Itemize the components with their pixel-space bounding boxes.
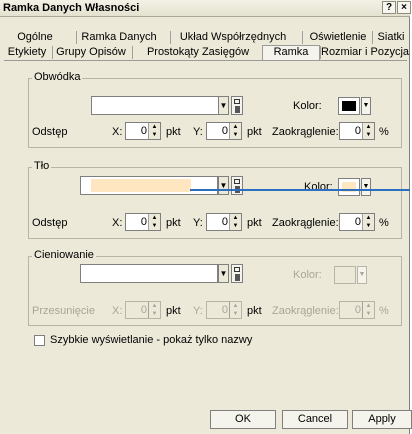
properties-dialog: Ramka Danych Własności ? × Ogólne Ramka … bbox=[0, 0, 412, 434]
pointer-line bbox=[190, 189, 410, 191]
